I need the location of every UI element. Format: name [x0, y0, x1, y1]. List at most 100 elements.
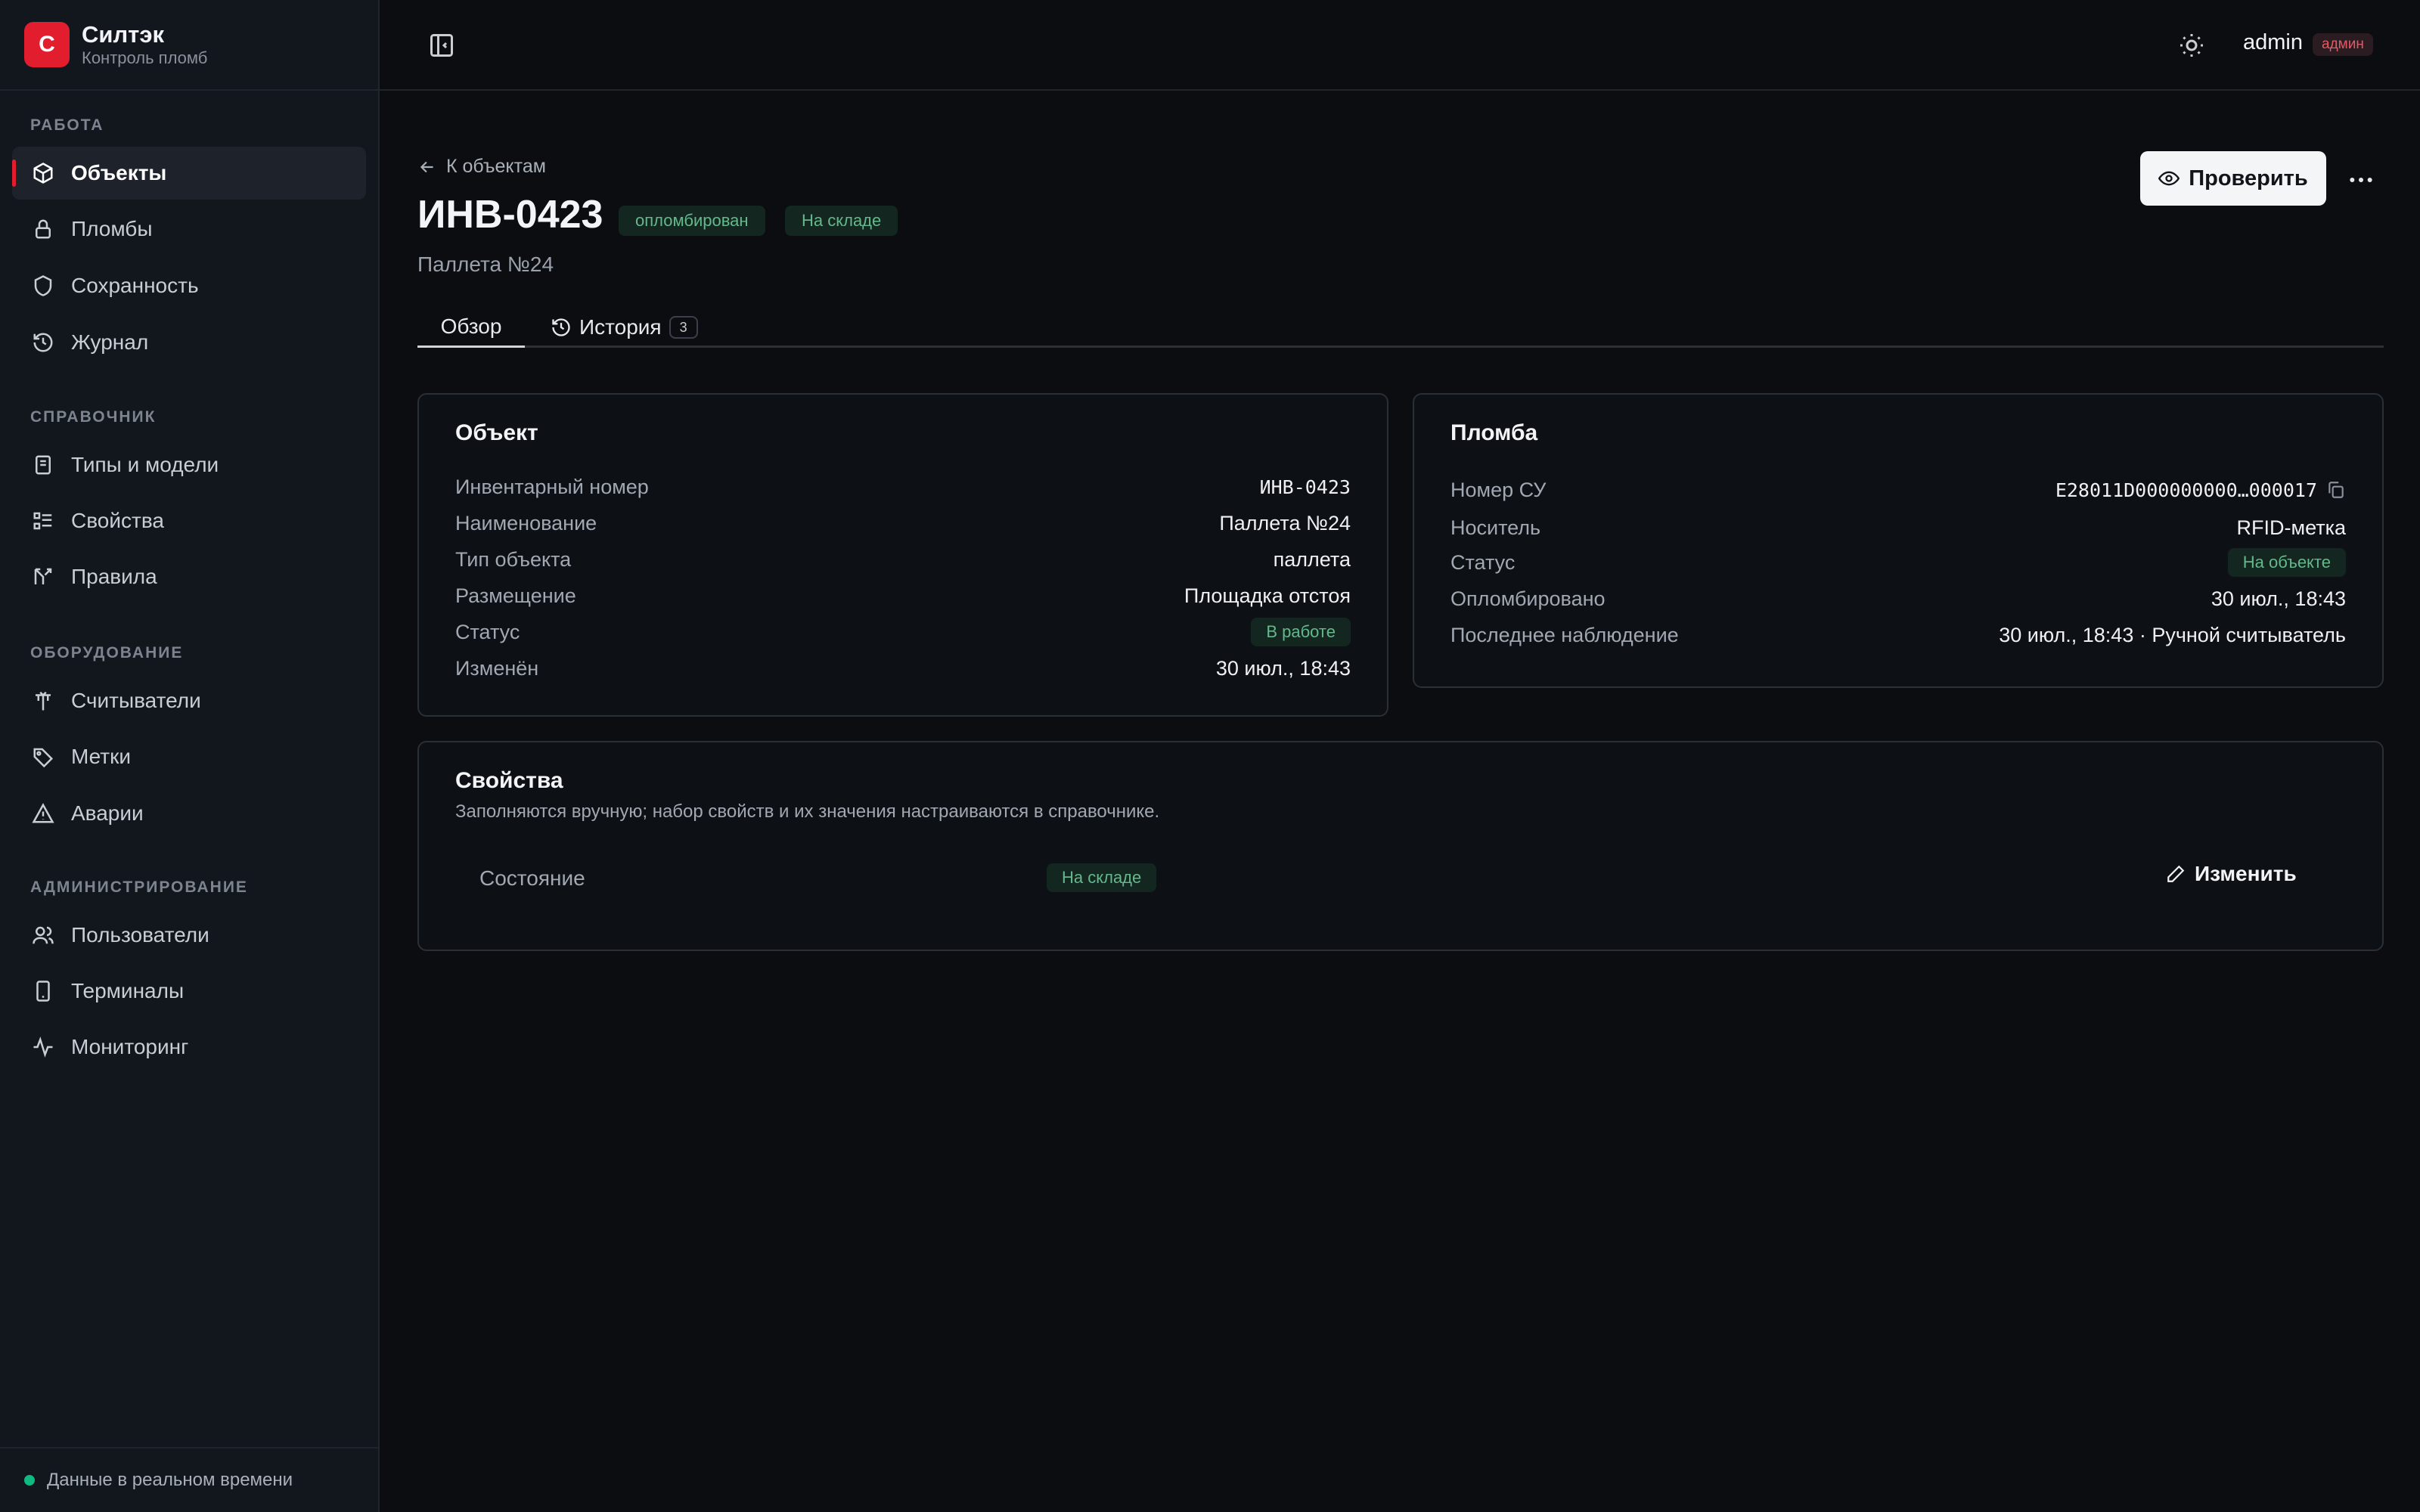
shield-icon — [34, 275, 52, 296]
sidebar-item-objects[interactable]: Объекты — [12, 147, 366, 200]
back-link-label: К объектам — [446, 156, 546, 177]
copy-icon[interactable] — [2326, 480, 2346, 500]
info-row: Последнее наблюдение 30 июл., 18:43 · Ру… — [1450, 620, 2346, 650]
sidebar-item-label: Правила — [71, 565, 157, 588]
info-row-value: 30 июл., 18:43 — [1215, 656, 1351, 680]
warning-icon — [32, 803, 54, 823]
sidebar-item-label: Свойства — [71, 509, 164, 532]
info-row-key: Изменён — [455, 656, 539, 680]
sidebar-item-monitoring[interactable]: Мониторинг — [12, 1021, 366, 1074]
back-link[interactable]: К объектам — [417, 156, 546, 178]
sidebar-item-safety[interactable]: Сохранность — [12, 259, 366, 312]
more-icon[interactable] — [2346, 165, 2376, 195]
pencil-icon — [2167, 865, 2185, 882]
sidebar-item-label: Сохранность — [71, 274, 199, 297]
user-name[interactable]: admin — [2243, 30, 2303, 55]
tabs: Обзор История 3 — [417, 307, 2384, 348]
info-row-value: 30 июл., 18:43 — [2211, 587, 2346, 610]
activity-icon — [33, 1036, 53, 1058]
sidebar-item-label: Типы и модели — [71, 453, 219, 476]
info-row: Статус В работе — [455, 617, 1351, 647]
sidebar: С Силтэк Контроль пломб РАБОТА Объекты П… — [0, 0, 380, 1512]
history-icon — [33, 333, 53, 352]
object-card: Объект Инвентарный номер ИНВ-0423 Наимен… — [417, 393, 1388, 717]
brand-subtitle: Контроль пломб — [82, 48, 208, 67]
location-badge: На складе — [785, 206, 898, 236]
info-row-value: ИНВ-0423 — [1259, 476, 1351, 498]
arrow-left-icon — [420, 161, 433, 172]
sidebar-item-label: Мониторинг — [71, 1035, 189, 1058]
properties-card: Свойства Заполняются вручную; набор свой… — [417, 741, 2384, 951]
info-row-value: паллета — [1273, 547, 1351, 571]
seal-number-value: E28011D000000000…000017 — [2055, 479, 2317, 501]
info-row-key: Размещение — [455, 584, 576, 607]
theme-toggle-icon[interactable] — [2178, 32, 2205, 59]
top-bar: admin админ — [380, 0, 2420, 91]
object-card-title: Объект — [455, 420, 538, 445]
info-row-key: Статус — [1450, 550, 1516, 574]
history-icon — [552, 318, 570, 336]
info-row: Изменён 30 июл., 18:43 — [455, 653, 1351, 683]
info-row-key: Инвентарный номер — [455, 475, 649, 498]
brand[interactable]: С Силтэк Контроль пломб — [0, 0, 378, 91]
info-row: Статус На объекте — [1450, 547, 2346, 578]
seal-status-badge: На объекте — [2227, 548, 2346, 577]
users-icon — [33, 926, 54, 944]
sidebar-item-label: Объекты — [71, 161, 167, 184]
edit-button-label: Изменить — [2195, 862, 2297, 885]
info-row: Инвентарный номер ИНВ-0423 — [455, 472, 1351, 502]
tab-history-label: История — [579, 315, 662, 339]
brand-logo: С — [24, 22, 70, 67]
info-row-key: Последнее наблюдение — [1450, 623, 1679, 646]
realtime-status: Данные в реальном времени — [0, 1447, 378, 1512]
info-row-value: 30 июл., 18:43 · Ручной считыватель — [1999, 623, 2346, 646]
properties-description: Заполняются вручную; набор свойств и их … — [455, 801, 1160, 822]
info-row: Опломбировано 30 июл., 18:43 — [1450, 584, 2346, 614]
tab-overview[interactable]: Обзор — [417, 307, 525, 348]
check-button[interactable]: Проверить — [2140, 151, 2326, 206]
lock-icon — [36, 219, 51, 239]
seal-card-title: Пломба — [1450, 420, 1538, 445]
info-row-key: Номер СУ — [1450, 478, 1547, 501]
sidebar-item-readers[interactable]: Считыватели — [12, 674, 366, 727]
sidebar-item-rules[interactable]: Правила — [12, 550, 366, 603]
sidebar-item-types[interactable]: Типы и модели — [12, 438, 366, 491]
info-row-key: Статус — [455, 620, 520, 643]
check-button-label: Проверить — [2189, 166, 2308, 191]
brand-name: Силтэк — [82, 21, 164, 48]
book-icon — [36, 455, 51, 475]
info-row: Тип объекта паллета — [455, 544, 1351, 575]
antenna-icon — [36, 691, 51, 711]
edit-button[interactable]: Изменить — [2166, 862, 2297, 886]
object-status-badge: В работе — [1251, 618, 1351, 646]
phone-icon — [36, 981, 50, 1002]
sidebar-item-label: Считыватели — [71, 689, 201, 712]
sidebar-item-journal[interactable]: Журнал — [12, 316, 366, 369]
info-row: Носитель RFID-метка — [1450, 513, 2346, 543]
sidebar-item-alarms[interactable]: Аварии — [12, 787, 366, 840]
sidebar-item-label: Пользователи — [71, 923, 209, 947]
eye-icon — [2158, 171, 2180, 186]
sidebar-item-seals[interactable]: Пломбы — [12, 203, 366, 256]
info-row-key: Тип объекта — [455, 547, 572, 571]
realtime-status-label: Данные в реальном времени — [47, 1470, 293, 1490]
seal-card: Пломба Номер СУ E28011D000000000…000017 … — [1413, 393, 2384, 688]
sidebar-item-terminals[interactable]: Терминалы — [12, 965, 366, 1018]
sidebar-item-properties[interactable]: Свойства — [12, 494, 366, 547]
sidebar-item-label: Пломбы — [71, 217, 153, 240]
info-row-value: Площадка отстоя — [1184, 584, 1351, 607]
info-row-value: RFID-метка — [2236, 516, 2346, 539]
tag-icon — [33, 748, 54, 768]
sidebar-item-tags[interactable]: Метки — [12, 730, 366, 783]
property-value-badge: На складе — [1047, 863, 1157, 892]
role-badge: админ — [2313, 33, 2373, 56]
live-status-dot — [24, 1475, 35, 1486]
sidebar-item-users[interactable]: Пользователи — [12, 909, 366, 962]
info-row-key: Опломбировано — [1450, 587, 1606, 610]
sidebar-toggle-icon[interactable] — [428, 32, 455, 59]
sidebar-item-label: Журнал — [71, 330, 149, 354]
tab-history[interactable]: История 3 — [551, 307, 698, 348]
info-row: Размещение Площадка отстоя — [455, 581, 1351, 611]
history-count-badge: 3 — [669, 316, 698, 339]
page-subtitle: Паллета №24 — [417, 253, 554, 276]
